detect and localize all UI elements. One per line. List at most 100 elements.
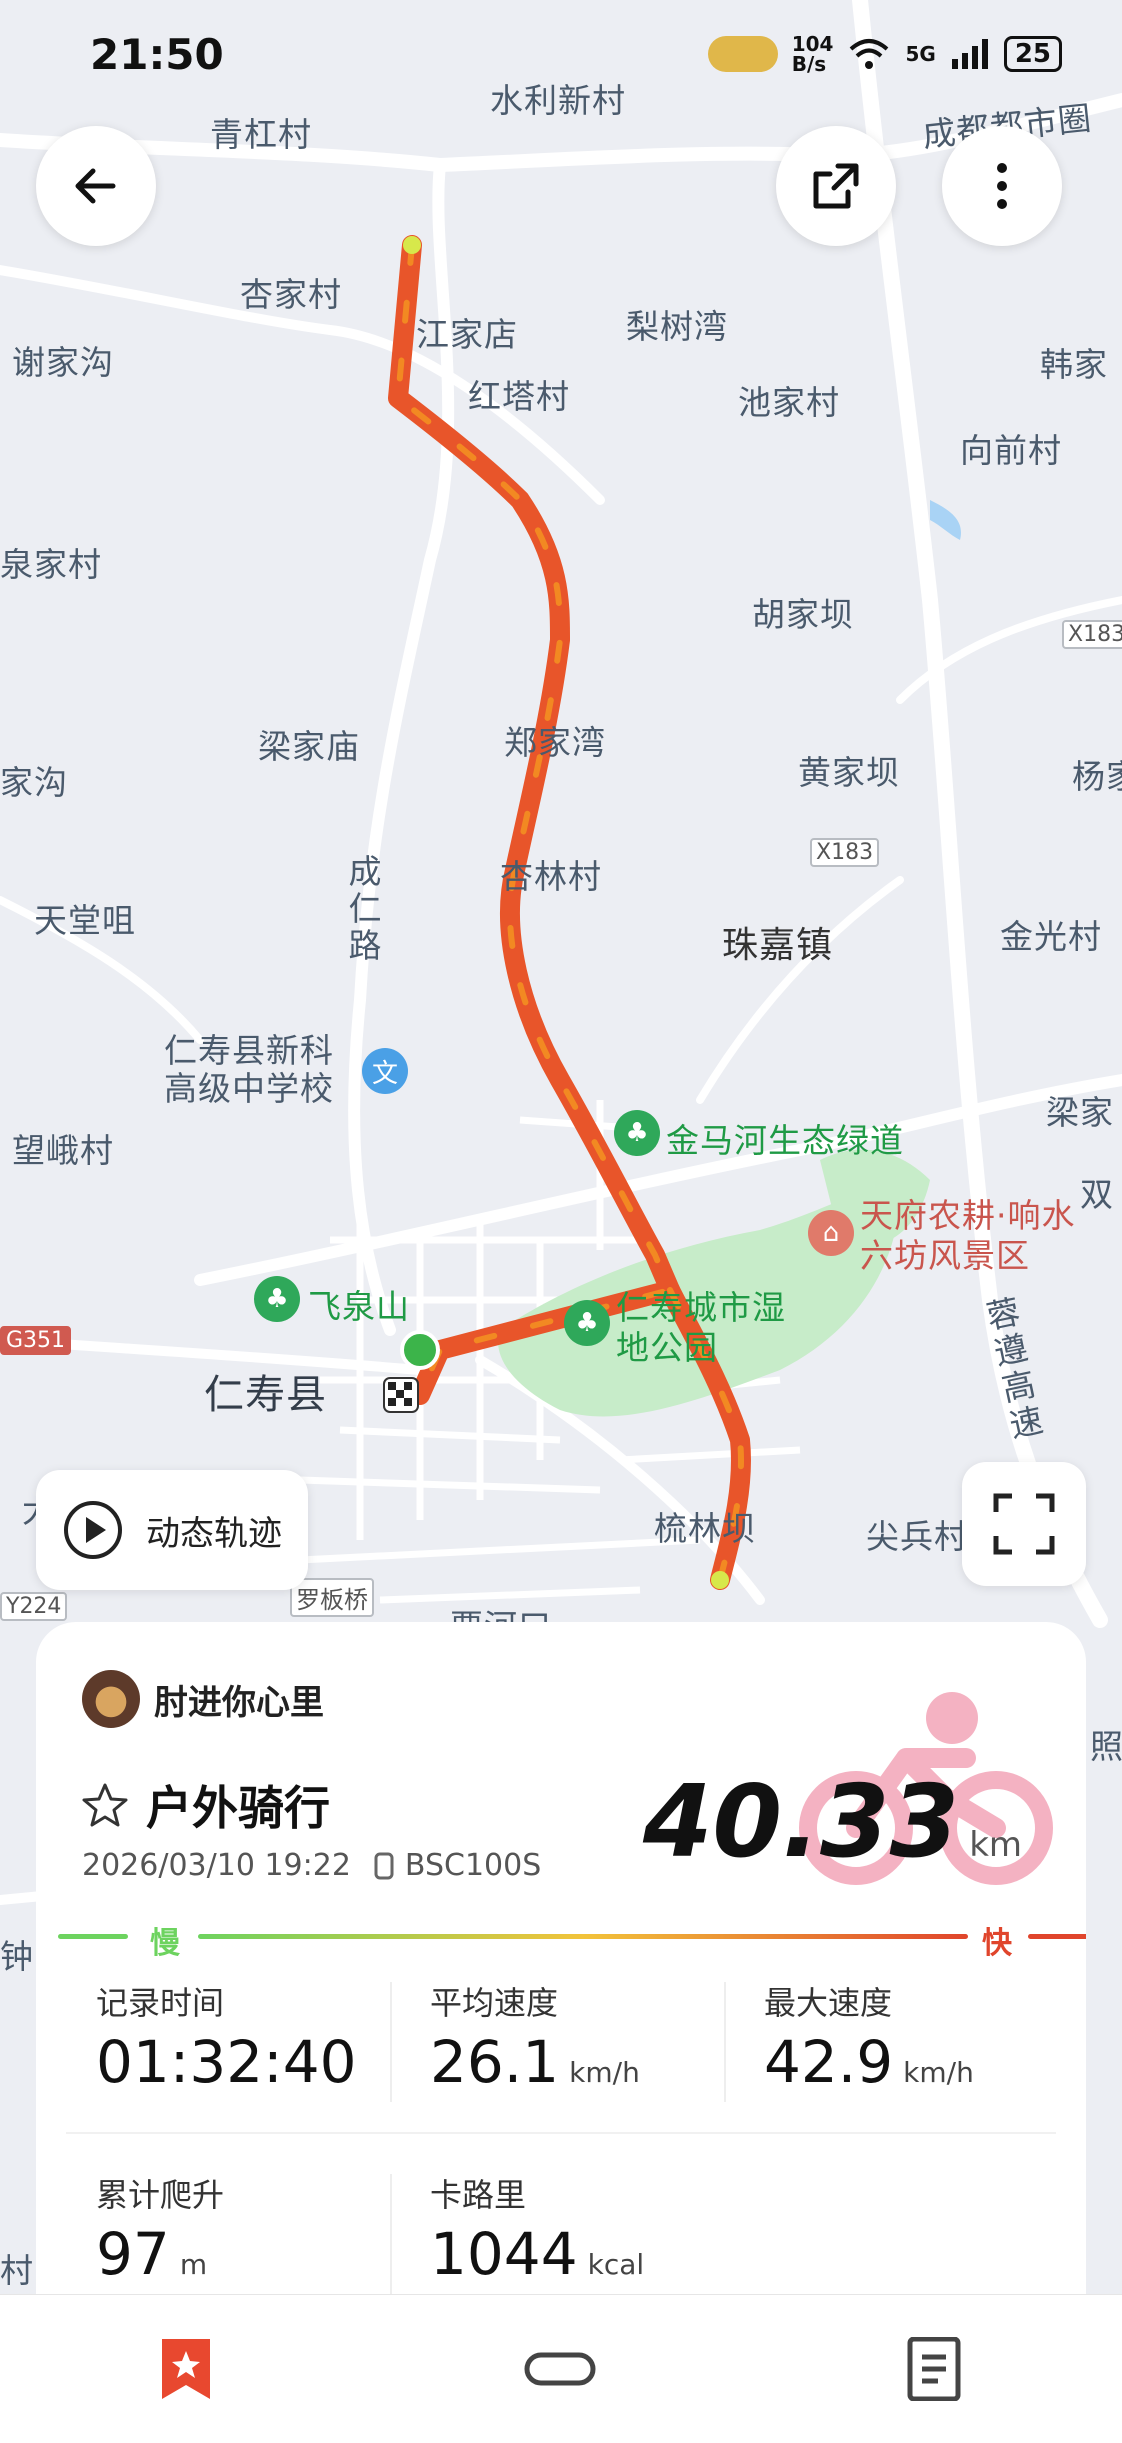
place-label: 江家店 <box>416 315 518 354</box>
place-label: 梁家 <box>1046 1093 1114 1132</box>
stat-calories: 卡路里 1044 kcal <box>430 2170 644 2288</box>
divider <box>390 1982 392 2102</box>
place-label: 家沟 <box>0 763 68 802</box>
scenic-pin-icon: ⌂ <box>808 1210 854 1256</box>
device-sync-button[interactable] <box>520 2329 600 2409</box>
wifi-icon <box>850 39 889 69</box>
stat-label: 记录时间 <box>96 1984 225 2022</box>
app-notification-icon <box>707 36 778 72</box>
park-pin-icon: ♣ <box>564 1300 610 1346</box>
username: 肘进你心里 <box>154 1682 324 1723</box>
status-bar: 21:50 104 B/s 5G 25 <box>0 0 1122 110</box>
stat-max-speed: 最大速度 42.9 km/h <box>764 1978 974 2096</box>
place-label: 郑家湾 <box>504 723 606 762</box>
speed-legend-fast-line <box>1028 1934 1086 1939</box>
place-label: 珠嘉镇 <box>722 925 834 966</box>
poi-label: 天府农耕·响水六坊风景区 <box>860 1196 1076 1275</box>
clock: 21:50 <box>90 30 224 79</box>
divider <box>390 2174 392 2294</box>
speed-legend: 慢 快 <box>58 1912 1086 1962</box>
net-speed-unit: B/s <box>791 52 827 76</box>
details-button[interactable] <box>894 2329 974 2409</box>
place-label: 泉家村 <box>0 545 102 584</box>
stat-value: 42.9 <box>764 2028 894 2096</box>
speed-legend-gradient <box>198 1934 968 1939</box>
speed-fast-label: 快 <box>982 1926 1012 1961</box>
place-label: 杏林村 <box>500 857 602 896</box>
bookmark-icon <box>162 2339 210 2399</box>
place-label: 仁寿县新科高级中学校 <box>164 1031 334 1108</box>
stat-unit: m <box>179 2248 208 2281</box>
activity-datetime: 2026/03/10 19:22 <box>82 1848 351 1883</box>
stat-value: 01:32:40 <box>96 2028 357 2096</box>
stat-label: 最大速度 <box>764 1984 893 2022</box>
dynamic-track-label: 动态轨迹 <box>146 1513 282 1554</box>
share-button[interactable] <box>776 126 896 246</box>
place-label: 照 <box>1090 1727 1122 1766</box>
user-info[interactable]: 肘进你心里 <box>82 1670 324 1728</box>
park-pin-icon: ♣ <box>254 1276 300 1322</box>
more-icon <box>997 163 1007 209</box>
place-label: 梁家庙 <box>258 727 360 766</box>
device-info: BSC100S <box>373 1848 541 1883</box>
stat-unit: km/h <box>569 2056 640 2089</box>
place-label: 青杠村 <box>210 115 312 154</box>
place-label: 仁寿县 <box>204 1372 327 1418</box>
stat-value: 1044 <box>430 2220 578 2288</box>
place-label: 金光村 <box>1000 917 1102 956</box>
more-button[interactable] <box>942 126 1062 246</box>
place-label: 池家村 <box>738 383 840 422</box>
place-label: 黄家坝 <box>798 753 900 792</box>
road-tag: X183 <box>1062 620 1122 649</box>
play-icon <box>64 1501 122 1559</box>
place-label: 钟 <box>0 1937 34 1976</box>
stat-value: 97 <box>96 2220 170 2288</box>
park-pin-icon: ♣ <box>614 1110 660 1156</box>
stat-avg-speed: 平均速度 26.1 km/h <box>430 1978 640 2096</box>
place-label: 杏家村 <box>240 275 342 314</box>
bookmark-button[interactable] <box>146 2329 226 2409</box>
stat-duration: 记录时间 01:32:40 <box>96 1978 357 2096</box>
place-label: 红塔村 <box>468 377 570 416</box>
avatar[interactable] <box>82 1670 140 1728</box>
stat-value: 26.1 <box>430 2028 560 2096</box>
activity-meta: 2026/03/10 19:22 BSC100S <box>82 1848 541 1883</box>
device-name: BSC100S <box>404 1848 542 1883</box>
road-label: 成仁路 <box>343 854 382 965</box>
fullscreen-button[interactable] <box>962 1462 1086 1586</box>
place-label: 望峨村 <box>12 1131 114 1170</box>
activity-header: 户外骑行 <box>82 1772 330 1838</box>
place-label: 梳林坝 <box>654 1509 756 1548</box>
place-label: 天堂咀 <box>34 901 136 940</box>
stat-elevation: 累计爬升 97 m <box>96 2170 224 2288</box>
stat-label: 平均速度 <box>430 1984 559 2022</box>
activity-type: 户外骑行 <box>146 1781 330 1835</box>
poi-label: 仁寿城市湿地公园 <box>616 1288 786 1367</box>
star-icon[interactable] <box>82 1782 128 1828</box>
net-speed-value: 104 <box>791 32 834 56</box>
speed-legend-slow-line <box>58 1934 128 1939</box>
net-speed: 104 B/s <box>792 34 834 74</box>
dynamic-track-button[interactable]: 动态轨迹 <box>36 1470 308 1590</box>
poi-label: 飞泉山 <box>308 1287 410 1326</box>
distance-unit: km <box>969 1825 1022 1865</box>
signal-icon <box>951 39 988 69</box>
back-button[interactable] <box>36 126 156 246</box>
activity-summary-card: 肘进你心里 户外骑行 2026/03/10 19:22 BSC100S 40.3… <box>36 1622 1086 2302</box>
network-type: 5G <box>905 42 936 66</box>
place-label: 尖兵村 <box>866 1517 968 1556</box>
place-label: 韩家 <box>1040 345 1108 384</box>
device-icon <box>374 1852 394 1879</box>
bottom-toolbar <box>0 2294 1122 2443</box>
road-tag: G351 <box>0 1326 72 1355</box>
road-tag: X183 <box>810 838 880 867</box>
divider <box>66 2132 1056 2134</box>
divider <box>724 1982 726 2102</box>
place-label: 梨树湾 <box>626 307 728 346</box>
share-icon <box>813 163 859 209</box>
distance-value: 40.33 <box>642 1763 960 1880</box>
speed-slow-label: 慢 <box>150 1926 180 1961</box>
distance: 40.33 km <box>643 1772 1022 1872</box>
stat-label: 累计爬升 <box>96 2176 225 2214</box>
place-label: 谢家沟 <box>12 343 114 382</box>
